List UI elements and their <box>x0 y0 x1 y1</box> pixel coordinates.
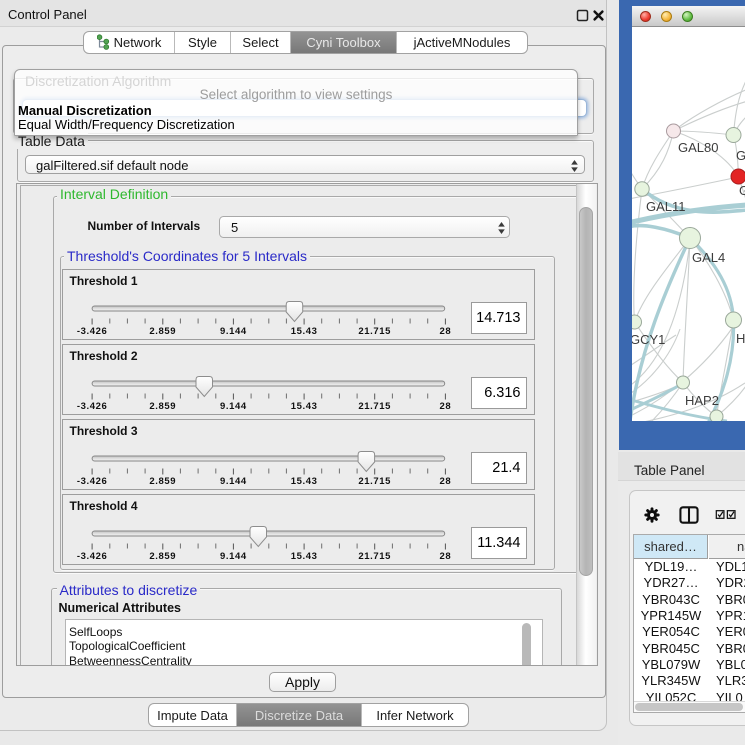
svg-text:28: 28 <box>439 551 451 562</box>
svg-text:21.715: 21.715 <box>358 401 391 412</box>
svg-text:9.144: 9.144 <box>220 476 247 487</box>
svg-text:2.859: 2.859 <box>149 401 176 412</box>
svg-text:GCY1: GCY1 <box>632 332 665 347</box>
svg-text:-3.426: -3.426 <box>76 551 107 562</box>
svg-text:-3.426: -3.426 <box>76 401 107 412</box>
svg-text:H: H <box>736 331 745 346</box>
svg-text:28: 28 <box>439 326 451 337</box>
svg-text:2.859: 2.859 <box>149 476 176 487</box>
svg-text:15.43: 15.43 <box>290 401 317 412</box>
svg-text:28: 28 <box>439 401 451 412</box>
svg-text:21.715: 21.715 <box>358 326 391 337</box>
svg-text:2.859: 2.859 <box>149 326 176 337</box>
svg-text:HAP2: HAP2 <box>685 393 719 408</box>
svg-text:GAL80: GAL80 <box>678 140 718 155</box>
svg-text:15.43: 15.43 <box>290 476 317 487</box>
svg-text:G: G <box>739 183 745 198</box>
svg-text:-3.426: -3.426 <box>76 476 107 487</box>
svg-text:21.715: 21.715 <box>358 476 391 487</box>
svg-text:9.144: 9.144 <box>220 401 247 412</box>
svg-text:GA: GA <box>736 148 745 163</box>
svg-text:28: 28 <box>439 476 451 487</box>
svg-text:-3.426: -3.426 <box>76 326 107 337</box>
svg-text:9.144: 9.144 <box>220 551 247 562</box>
svg-text:15.43: 15.43 <box>290 551 317 562</box>
svg-text:2.859: 2.859 <box>149 551 176 562</box>
svg-text:15.43: 15.43 <box>290 326 317 337</box>
svg-text:GAL4: GAL4 <box>692 250 725 265</box>
svg-text:21.715: 21.715 <box>358 551 391 562</box>
svg-text:GAL11: GAL11 <box>646 199 686 214</box>
svg-text:9.144: 9.144 <box>220 326 247 337</box>
